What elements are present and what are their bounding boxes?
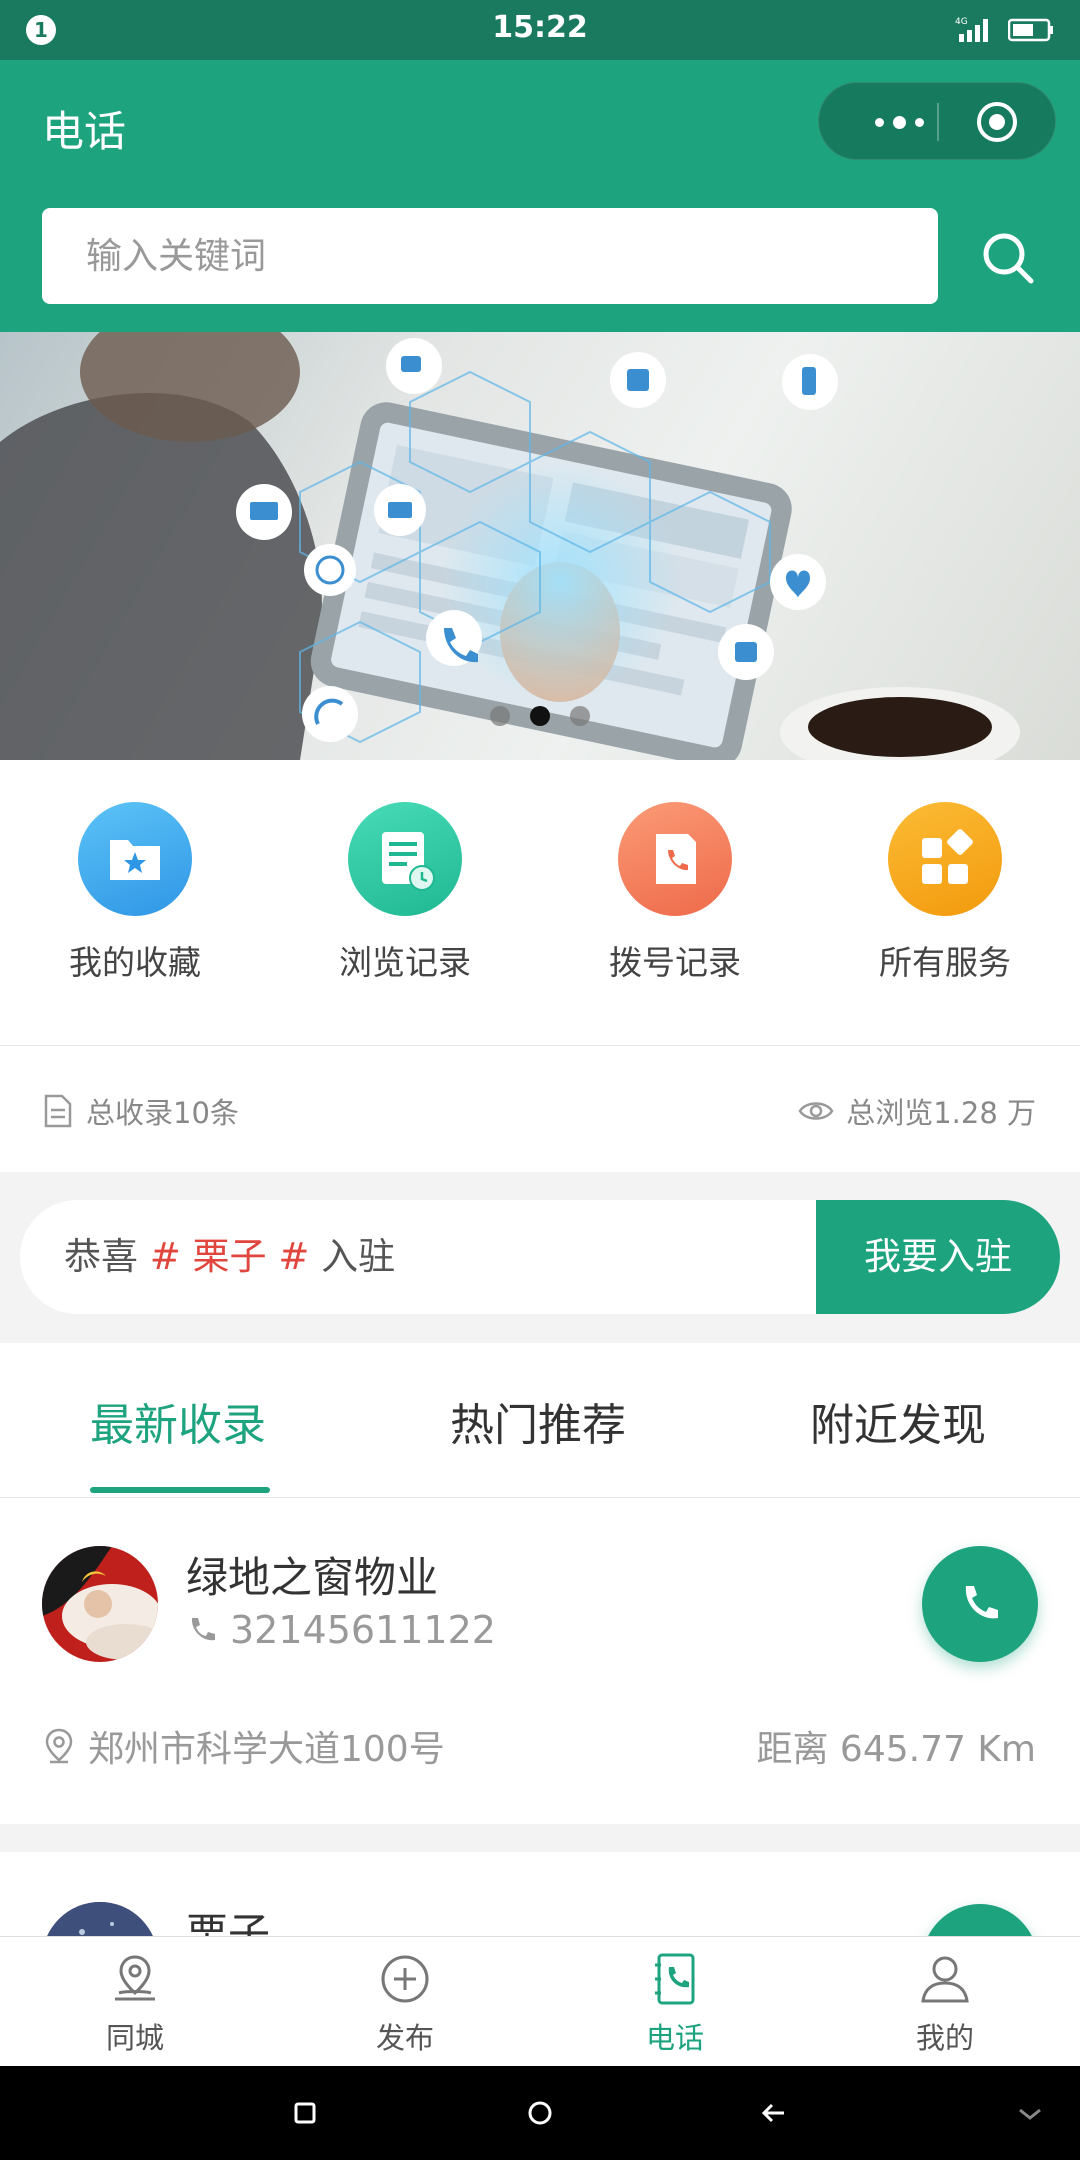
- stats-row: 总收录10条 总浏览1.28 万: [0, 1046, 1080, 1172]
- tab-nearby[interactable]: 附近发现: [810, 1389, 986, 1453]
- listing-phone-number: 32145611122: [230, 1608, 496, 1652]
- tab-hot[interactable]: 热门推荐: [450, 1389, 626, 1453]
- list-separator: [0, 1824, 1080, 1852]
- phone-icon: [191, 1618, 215, 1641]
- carousel-dot[interactable]: [570, 706, 590, 726]
- nav-all-services[interactable]: 所有服务: [810, 802, 1080, 984]
- nav-label: 拨号记录: [609, 943, 741, 982]
- listing-address-text: 郑州市科学大道100号: [88, 1729, 445, 1770]
- listing-name: 绿地之窗物业: [186, 1553, 439, 1602]
- tabbar-label: 同城: [105, 2021, 164, 2055]
- listing-distance: 距离 645.77 Km: [756, 1729, 1036, 1770]
- tabbar-label: 发布: [375, 2021, 434, 2055]
- call-log-icon: [618, 802, 732, 916]
- status-bar: 1 15:22 4G: [0, 0, 1080, 60]
- join-prefix: 恭喜: [64, 1235, 138, 1278]
- capsule-divider: [937, 103, 939, 141]
- carousel-dot[interactable]: [490, 706, 510, 726]
- listing-name: 栗子: [186, 1909, 271, 1936]
- join-hash: #: [149, 1235, 181, 1278]
- signal-icon: 4G: [955, 17, 988, 42]
- recent-apps-icon[interactable]: [294, 2102, 316, 2124]
- tabbar-label: 我的: [915, 2021, 974, 2055]
- chevron-down-icon[interactable]: [1019, 2108, 1041, 2120]
- location-icon: [45, 1728, 73, 1764]
- eye-icon: [798, 1102, 834, 1120]
- join-button[interactable]: 我要入驻: [816, 1200, 1060, 1314]
- join-suffix: 入驻: [321, 1235, 396, 1278]
- status-time: 15:22: [492, 10, 588, 45]
- join-banner: 恭喜 # 栗子 # 入驻 我要入驻: [20, 1200, 1060, 1314]
- carousel-indicator: [0, 706, 1080, 726]
- listing-tabs: 最新收录 热门推荐 附近发现: [0, 1343, 1080, 1497]
- search-box[interactable]: [42, 208, 938, 304]
- listing-card[interactable]: 栗子: [0, 1852, 1080, 1936]
- battery-icon: [1008, 18, 1053, 42]
- back-icon[interactable]: [761, 2103, 784, 2123]
- bottom-tab-bar: 同城 发布 电话 我的: [0, 1936, 1080, 2066]
- document-icon: [44, 1094, 72, 1128]
- join-hash: #: [278, 1235, 310, 1278]
- nav-label: 浏览记录: [339, 943, 471, 982]
- favorites-folder-icon: [78, 802, 192, 916]
- banner-carousel[interactable]: [0, 332, 1080, 760]
- call-button[interactable]: [922, 1546, 1038, 1662]
- call-button[interactable]: [922, 1904, 1038, 1936]
- nav-history[interactable]: 浏览记录: [270, 802, 540, 984]
- network-type-label: 4G: [955, 17, 968, 27]
- home-icon[interactable]: [528, 2101, 552, 2125]
- total-views-text: 总浏览1.28 万: [846, 1096, 1036, 1130]
- tabbar-label: 电话: [645, 2021, 704, 2055]
- history-icon: [348, 802, 462, 916]
- listing-card[interactable]: 绿地之窗物业 32145611122 郑州市科学大道100号 距离 645.77…: [0, 1498, 1080, 1824]
- join-announcement: 恭喜 # 栗子 # 入驻: [64, 1200, 395, 1314]
- location-pin-icon: [115, 1955, 155, 2001]
- avatar: [42, 1902, 158, 1936]
- plus-circle-icon: [381, 1955, 429, 2003]
- nav-label: 所有服务: [879, 943, 1011, 982]
- total-listings-text: 总收录10条: [86, 1096, 239, 1130]
- listing-address: 郑州市科学大道100号: [44, 1720, 445, 1772]
- more-menu-icon[interactable]: [849, 83, 949, 161]
- banner-image: [0, 332, 1020, 760]
- nav-call-log[interactable]: 拨号记录: [540, 802, 810, 984]
- search-input[interactable]: [42, 208, 938, 304]
- phone-book-icon: [655, 1953, 695, 2005]
- listing-phone: 32145611122: [186, 1608, 496, 1652]
- nav-label: 我的收藏: [69, 943, 201, 982]
- tabbar-item-me[interactable]: 我的: [810, 1951, 1080, 2057]
- page-title: 电话: [42, 107, 127, 156]
- tab-latest[interactable]: 最新收录: [90, 1389, 266, 1453]
- close-target-icon[interactable]: [975, 100, 1019, 144]
- quick-nav: 我的收藏 浏览记录 拨号记录 所有服务: [0, 760, 1080, 1045]
- tabbar-item-publish[interactable]: 发布: [270, 1951, 540, 2057]
- grid-services-icon: [888, 802, 1002, 916]
- total-listings: 总收录10条: [44, 1090, 239, 1132]
- tabbar-item-phone[interactable]: 电话: [540, 1951, 810, 2057]
- join-name: 栗子: [192, 1235, 267, 1278]
- tabbar-item-city[interactable]: 同城: [0, 1951, 270, 2057]
- search-icon[interactable]: [978, 228, 1038, 288]
- system-nav-bar: [0, 2066, 1080, 2160]
- mini-program-capsule: [818, 82, 1056, 160]
- phone-call-icon: [965, 1586, 998, 1619]
- user-icon: [921, 1956, 969, 2003]
- tab-indicator: [90, 1487, 270, 1493]
- header: 电话: [0, 60, 1080, 332]
- total-views: 总浏览1.28 万: [798, 1090, 1036, 1132]
- carousel-dot-active[interactable]: [530, 706, 550, 726]
- avatar: [42, 1546, 158, 1662]
- nav-favorites[interactable]: 我的收藏: [0, 802, 270, 984]
